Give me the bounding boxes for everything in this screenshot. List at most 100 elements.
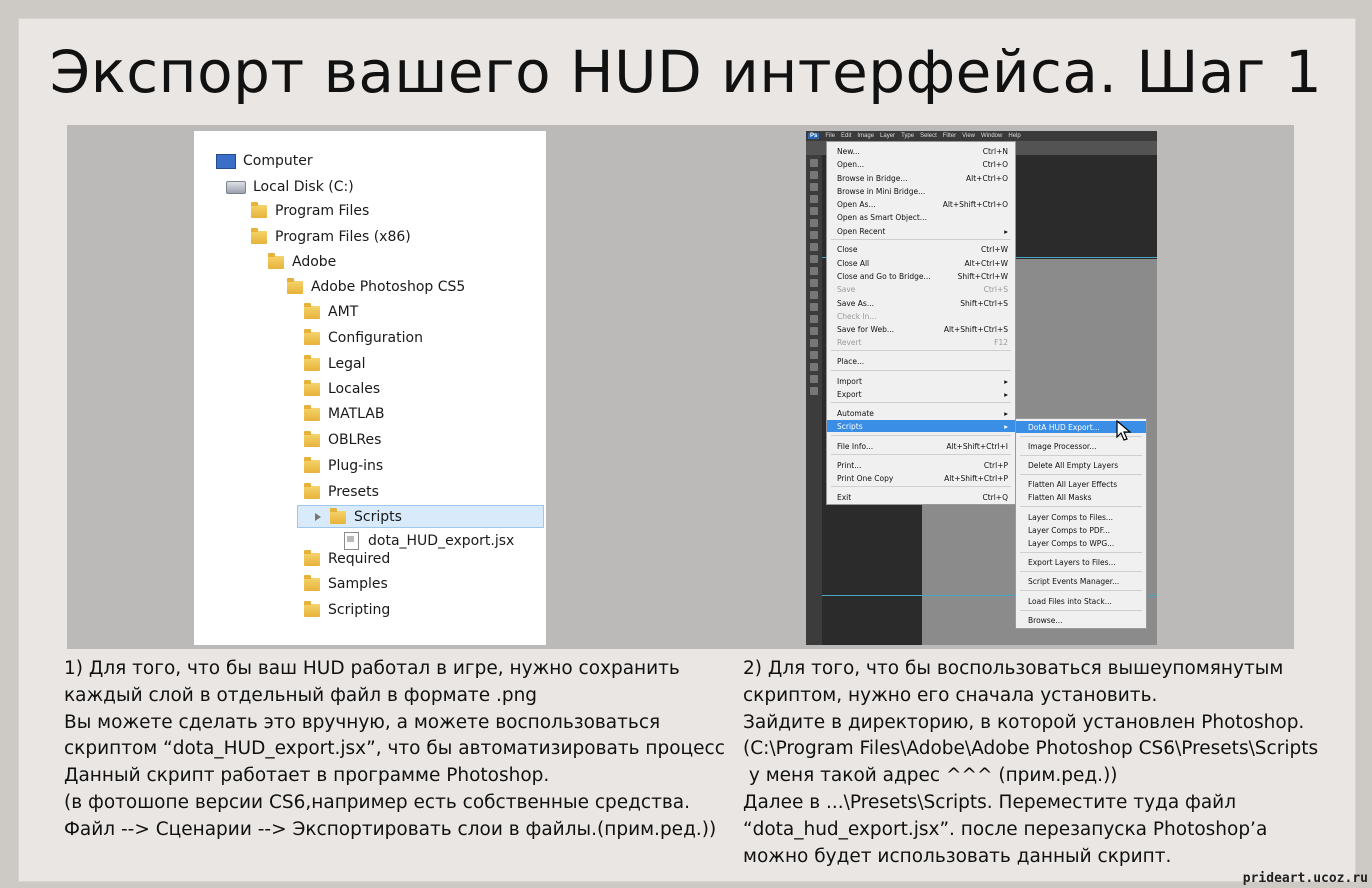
tree-item-plugins[interactable]: Plug-ins	[304, 455, 383, 477]
tree-item-adobe[interactable]: Adobe	[268, 251, 336, 273]
tree-item-program-files-x86[interactable]: Program Files (x86)	[251, 226, 411, 248]
tree-item-legal[interactable]: Legal	[304, 353, 366, 375]
tree-item-label: dota_HUD_export.jsx	[368, 533, 515, 549]
tree-item-label: Plug-ins	[328, 458, 384, 474]
tree-item-presets[interactable]: Presets	[304, 481, 379, 503]
menu-item-check-in[interactable]: Check In...	[827, 310, 1015, 322]
folder-icon	[251, 201, 267, 218]
expand-arrow-icon[interactable]	[315, 513, 321, 521]
submenu-item-flatten-layer-effects[interactable]: Flatten All Layer Effects	[1016, 478, 1146, 490]
menu-item-revert[interactable]: Revert F12	[827, 336, 1015, 348]
menu-item-browse-bridge[interactable]: Browse in Bridge... Alt+Ctrl+O	[827, 172, 1015, 184]
ps-menu-window[interactable]: Window	[981, 133, 1002, 139]
menu-item-close-go-bridge[interactable]: Close and Go to Bridge... Shift+Ctrl+W	[827, 270, 1015, 282]
shape-tool-icon[interactable]	[810, 363, 818, 371]
dodge-tool-icon[interactable]	[810, 315, 818, 323]
ps-menu-filter[interactable]: Filter	[943, 133, 956, 139]
menu-item-place[interactable]: Place...	[827, 355, 1015, 367]
ps-menu-layer[interactable]: Layer	[880, 133, 895, 139]
ps-menu-select[interactable]: Select	[920, 133, 937, 139]
menu-separator	[1020, 506, 1142, 507]
menu-item-print[interactable]: Print... Ctrl+P	[827, 459, 1015, 471]
tree-item-required[interactable]: Required	[304, 548, 390, 570]
ps-menu-image[interactable]: Image	[857, 133, 874, 139]
tree-item-local-disk[interactable]: Local Disk (C:)	[226, 176, 354, 198]
menu-item-open[interactable]: Open... Ctrl+O	[827, 158, 1015, 170]
scripts-submenu: DotA HUD Export... Image Processor... De…	[1015, 418, 1147, 629]
ps-menu-view[interactable]: View	[962, 133, 975, 139]
tree-item-amt[interactable]: AMT	[304, 301, 358, 323]
wand-tool-icon[interactable]	[810, 195, 818, 203]
gradient-tool-icon[interactable]	[810, 291, 818, 299]
menu-item-open-recent[interactable]: Open Recent ▸	[827, 225, 1015, 237]
tree-item-program-files[interactable]: Program Files	[251, 200, 369, 222]
path-tool-icon[interactable]	[810, 351, 818, 359]
tree-item-label: Presets	[328, 484, 379, 500]
submenu-item-delete-empty-layers[interactable]: Delete All Empty Layers	[1016, 459, 1146, 471]
ps-menu-help[interactable]: Help	[1008, 133, 1020, 139]
folder-icon	[304, 482, 320, 499]
hand-tool-icon[interactable]	[810, 375, 818, 383]
folder-icon	[304, 328, 320, 345]
submenu-item-comps-to-pdf[interactable]: Layer Comps to PDF...	[1016, 524, 1146, 536]
menu-item-save-for-web[interactable]: Save for Web... Alt+Shift+Ctrl+S	[827, 323, 1015, 335]
menu-item-browse-mini-bridge[interactable]: Browse in Mini Bridge...	[827, 185, 1015, 197]
tree-item-computer[interactable]: Computer	[216, 150, 313, 172]
marquee-tool-icon[interactable]	[810, 171, 818, 179]
menu-item-new[interactable]: New... Ctrl+N	[827, 145, 1015, 157]
eyedropper-tool-icon[interactable]	[810, 219, 818, 227]
tree-item-scripts[interactable]: Scripts	[315, 506, 402, 528]
tree-item-configuration[interactable]: Configuration	[304, 327, 423, 349]
submenu-item-export-layers[interactable]: Export Layers to Files...	[1016, 556, 1146, 568]
menu-separator	[1020, 455, 1142, 456]
history-brush-tool-icon[interactable]	[810, 267, 818, 275]
ps-menu-file[interactable]: File	[825, 133, 835, 139]
menu-item-file-info[interactable]: File Info... Alt+Shift+Ctrl+I	[827, 440, 1015, 452]
ps-menu-edit[interactable]: Edit	[841, 133, 851, 139]
healing-tool-icon[interactable]	[810, 231, 818, 239]
submenu-item-flatten-masks[interactable]: Flatten All Masks	[1016, 491, 1146, 503]
tree-item-oblres[interactable]: OBLRes	[304, 429, 381, 451]
pen-tool-icon[interactable]	[810, 327, 818, 335]
menu-item-open-as[interactable]: Open As... Alt+Shift+Ctrl+O	[827, 198, 1015, 210]
menu-item-exit[interactable]: Exit Ctrl+Q	[827, 491, 1015, 503]
tree-item-label: Program Files (x86)	[275, 229, 411, 245]
submenu-item-browse[interactable]: Browse...	[1016, 614, 1146, 626]
mouse-cursor-icon	[1116, 420, 1132, 441]
menu-item-open-smart-object[interactable]: Open as Smart Object...	[827, 211, 1015, 223]
type-tool-icon[interactable]	[810, 339, 818, 347]
folder-icon	[304, 456, 320, 473]
tree-item-matlab[interactable]: MATLAB	[304, 403, 384, 425]
menu-item-export[interactable]: Export ▸	[827, 388, 1015, 400]
menu-separator	[831, 454, 1011, 455]
submenu-item-comps-to-wpg[interactable]: Layer Comps to WPG...	[1016, 537, 1146, 549]
tree-item-scripting[interactable]: Scripting	[304, 599, 390, 621]
tree-item-photoshop[interactable]: Adobe Photoshop CS5	[287, 276, 465, 298]
step-1-instructions: 1) Для того, что бы ваш HUD работал в иг…	[64, 658, 725, 840]
menu-item-save-as[interactable]: Save As... Shift+Ctrl+S	[827, 297, 1015, 309]
menu-item-scripts[interactable]: Scripts ▸	[827, 420, 1015, 432]
brush-tool-icon[interactable]	[810, 243, 818, 251]
menu-item-print-one-copy[interactable]: Print One Copy Alt+Shift+Ctrl+P	[827, 472, 1015, 484]
lasso-tool-icon[interactable]	[810, 183, 818, 191]
blur-tool-icon[interactable]	[810, 303, 818, 311]
menu-item-close-all[interactable]: Close All Alt+Ctrl+W	[827, 257, 1015, 269]
move-tool-icon[interactable]	[810, 159, 818, 167]
tree-item-locales[interactable]: Locales	[304, 378, 380, 400]
ps-menu-type[interactable]: Type	[901, 133, 914, 139]
submenu-item-comps-to-files[interactable]: Layer Comps to Files...	[1016, 511, 1146, 523]
crop-tool-icon[interactable]	[810, 207, 818, 215]
eraser-tool-icon[interactable]	[810, 279, 818, 287]
tree-item-samples[interactable]: Samples	[304, 573, 388, 595]
zoom-tool-icon[interactable]	[810, 387, 818, 395]
menu-item-save[interactable]: Save Ctrl+S	[827, 283, 1015, 295]
submenu-item-script-events[interactable]: Script Events Manager...	[1016, 575, 1146, 587]
stamp-tool-icon[interactable]	[810, 255, 818, 263]
submenu-item-load-files-stack[interactable]: Load Files into Stack...	[1016, 595, 1146, 607]
menu-item-import[interactable]: Import ▸	[827, 375, 1015, 387]
ps-menubar: Ps File Edit Image Layer Type Select Fil…	[806, 131, 1157, 141]
folder-icon	[304, 379, 320, 396]
menu-item-close[interactable]: Close Ctrl+W	[827, 243, 1015, 255]
tree-item-label: Scripting	[328, 602, 391, 618]
menu-item-automate[interactable]: Automate ▸	[827, 407, 1015, 419]
